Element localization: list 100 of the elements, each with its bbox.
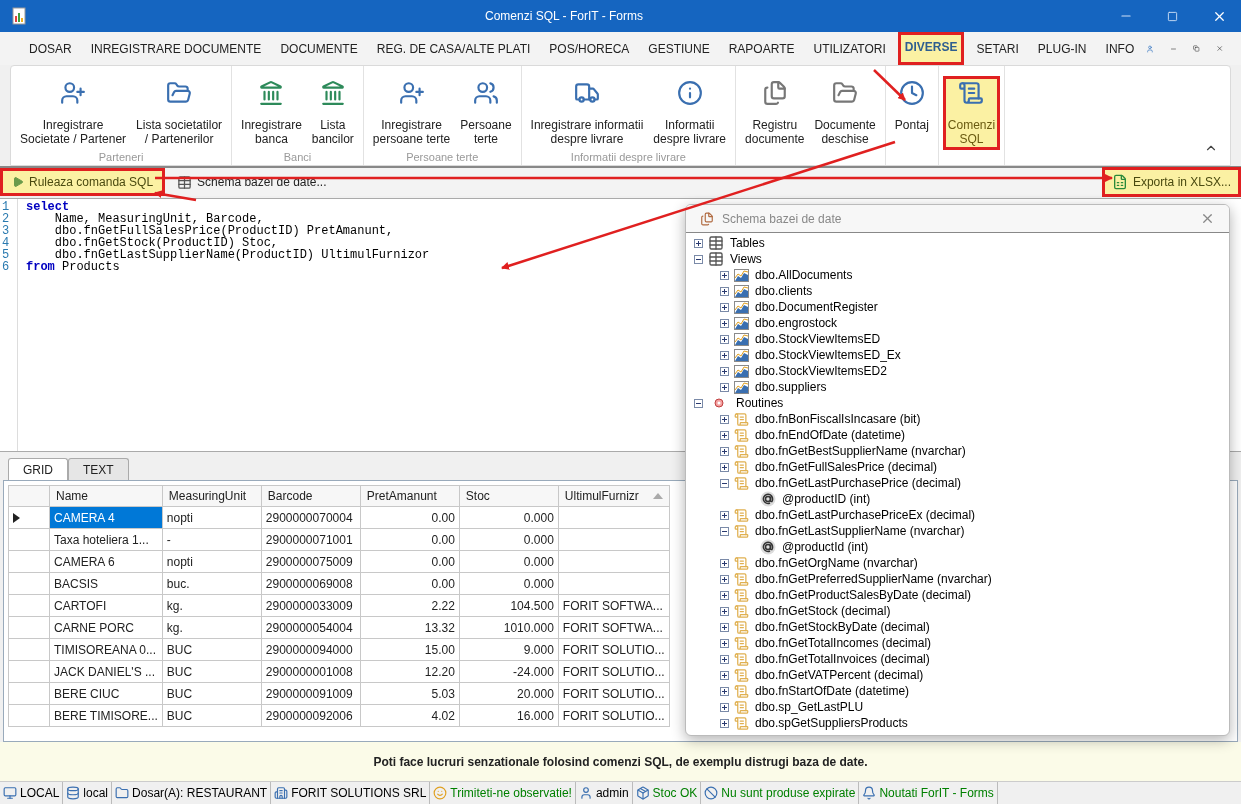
expander-icon[interactable] <box>720 446 729 456</box>
tree-item[interactable]: dbo.fnEndOfDate (datetime) <box>755 426 906 444</box>
tree-item[interactable]: dbo.fnGetPreferredSupplierName (nvarchar) <box>755 570 992 588</box>
expander-icon[interactable] <box>720 270 729 280</box>
tree-item[interactable]: dbo.suppliers <box>755 378 827 396</box>
expander-icon[interactable] <box>720 590 729 600</box>
column-header[interactable]: Stoc <box>459 485 559 507</box>
column-header[interactable]: Barcode <box>261 485 361 507</box>
ribbon-button[interactable]: Inregistrare informatii despre livrare <box>525 76 649 150</box>
expander-icon[interactable] <box>720 606 729 616</box>
tree-item[interactable]: dbo.fnGetLastPurchasePriceEx (decimal) <box>755 506 976 524</box>
status-item[interactable]: local <box>63 782 113 804</box>
ribbon-button[interactable]: Inregistrare banca <box>236 76 307 150</box>
tree-item[interactable]: dbo.clients <box>755 282 813 300</box>
menu-tab[interactable]: POS/HORECA <box>542 32 637 65</box>
menu-tab[interactable]: INFO <box>1098 32 1142 65</box>
status-item[interactable]: Nu sunt produse expirate <box>701 782 860 804</box>
expander-icon[interactable] <box>720 638 729 648</box>
tree-item[interactable]: dbo.sp_GetLastPLU <box>755 698 864 716</box>
tree-item[interactable]: dbo.fnBonFiscalIsIncasare (bit) <box>755 410 921 428</box>
expander-icon[interactable] <box>720 718 729 728</box>
tree-item[interactable]: @productId (int) <box>782 538 869 556</box>
expander-icon[interactable] <box>720 302 729 312</box>
tree-item[interactable]: dbo.fnGetTotalInvoices (decimal) <box>755 650 930 668</box>
expander-icon[interactable] <box>720 670 729 680</box>
tree-item[interactable]: dbo.StockViewItemsED_Ex <box>755 346 901 364</box>
menu-tab[interactable]: DOCUMENTE <box>273 32 365 65</box>
tree-item[interactable]: dbo.DocumentRegister <box>755 298 878 316</box>
restore-icon[interactable] <box>1193 42 1200 55</box>
expander-icon[interactable] <box>694 238 703 248</box>
menu-tab[interactable]: DIVERSE <box>897 32 965 65</box>
expander-icon[interactable] <box>720 382 729 392</box>
tree-item[interactable]: dbo.StockViewItemsED <box>755 330 881 348</box>
expander-icon[interactable] <box>694 254 703 264</box>
ribbon-button[interactable]: Informatii despre livrare <box>648 76 732 150</box>
menu-tab[interactable]: INREGISTRARE DOCUMENTE <box>83 32 269 65</box>
result-tab[interactable]: GRID <box>8 458 68 480</box>
status-item[interactable]: Stoc OK <box>632 782 702 804</box>
ribbon-button[interactable]: Pontaj <box>889 76 934 150</box>
ribbon-button[interactable]: Lista societatilor / Partenerilor <box>131 76 228 150</box>
expander-icon[interactable] <box>720 526 729 536</box>
close-icon[interactable] <box>1200 211 1215 226</box>
ribbon-button[interactable]: Inregistrare persoane terte <box>367 76 456 150</box>
expander-icon[interactable] <box>720 286 729 296</box>
status-item[interactable]: Noutati ForIT - Forms <box>859 782 998 804</box>
expander-icon[interactable] <box>720 702 729 712</box>
tree-item[interactable]: dbo.fnGetLastPurchasePrice (decimal) <box>755 474 962 492</box>
expander-icon[interactable] <box>720 462 729 472</box>
status-item[interactable]: Trimiteti-ne observatie! <box>430 782 576 804</box>
tree-item[interactable]: dbo.fnGetStock (decimal) <box>755 602 891 620</box>
tree-item[interactable]: dbo.fnGetOrgName (nvarchar) <box>755 554 918 572</box>
expander-icon[interactable] <box>720 318 729 328</box>
expander-icon[interactable] <box>720 510 729 520</box>
expander-icon[interactable] <box>720 654 729 664</box>
menu-tab[interactable]: UTILIZATORI <box>806 32 893 65</box>
tree-item[interactable]: dbo.AllDocuments <box>755 266 853 284</box>
toolbar-button[interactable]: Ruleaza comanda SQL <box>0 168 166 196</box>
column-header[interactable]: UltimulFurnizr <box>558 485 670 507</box>
menu-tab[interactable]: SETARI <box>969 32 1026 65</box>
column-header[interactable]: MeasuringUnit <box>162 485 262 507</box>
expander-icon[interactable] <box>720 686 729 696</box>
menu-tab[interactable]: PLUG-IN <box>1030 32 1094 65</box>
status-item[interactable]: FORIT SOLUTIONS SRL <box>271 782 431 804</box>
tree-item[interactable]: Routines <box>736 394 784 412</box>
expander-icon[interactable] <box>720 414 729 424</box>
tree-item[interactable]: dbo.engrostock <box>755 314 838 332</box>
menu-tab[interactable]: RAPOARTE <box>721 32 802 65</box>
tree-item[interactable]: dbo.fnGetStockByDate (decimal) <box>755 618 930 636</box>
ribbon-button[interactable]: Persoane terte <box>455 76 517 150</box>
status-item[interactable]: LOCAL <box>0 782 64 804</box>
ribbon-button[interactable]: Lista bancilor <box>306 76 359 150</box>
menu-tab[interactable]: DOSAR <box>22 32 79 65</box>
expander-icon[interactable] <box>720 334 729 344</box>
menu-tab[interactable]: REG. DE CASA/ALTE PLATI <box>369 32 538 65</box>
expander-icon[interactable] <box>720 574 729 584</box>
expander-icon[interactable] <box>720 558 729 568</box>
tree-item[interactable]: dbo.fnGetFullSalesPrice (decimal) <box>755 458 938 476</box>
export-button[interactable]: Exporta in XLSX... <box>1101 167 1241 197</box>
tree-item[interactable]: dbo.fnStartOfDate (datetime) <box>755 682 910 700</box>
menu-tab[interactable]: GESTIUNE <box>641 32 717 65</box>
ribbon-button[interactable]: Inregistrare Societate / Partener <box>15 76 132 150</box>
tree-item[interactable]: Views <box>730 250 762 268</box>
column-header[interactable]: Name <box>49 485 163 507</box>
result-tab[interactable]: TEXT <box>68 458 129 480</box>
tree-item[interactable]: dbo.spGetSuppliersProducts <box>755 714 908 732</box>
expander-icon[interactable] <box>720 430 729 440</box>
tree-item[interactable]: dbo.fnGetLastSupplierName (nvarchar) <box>755 522 965 540</box>
expander-icon[interactable] <box>694 398 703 408</box>
maximize-icon[interactable] <box>1167 10 1178 22</box>
tree-item[interactable]: dbo.fnGetVATPercent (decimal) <box>755 666 924 684</box>
ribbon-button[interactable]: Comenzi SQL <box>942 76 1001 150</box>
status-item[interactable]: Dosar(A): RESTAURANT <box>112 782 272 804</box>
tree-item[interactable]: Tables <box>730 234 765 252</box>
ribbon-button[interactable]: Documente deschise <box>809 76 881 150</box>
tree-item[interactable]: @productID (int) <box>782 490 871 508</box>
expander-icon[interactable] <box>720 622 729 632</box>
expander-icon[interactable] <box>720 478 729 488</box>
ribbon-button[interactable]: Registru documente <box>740 76 810 150</box>
tree-item[interactable]: dbo.fnGetTotalIncomes (decimal) <box>755 634 932 652</box>
status-item[interactable]: admin <box>575 782 633 804</box>
